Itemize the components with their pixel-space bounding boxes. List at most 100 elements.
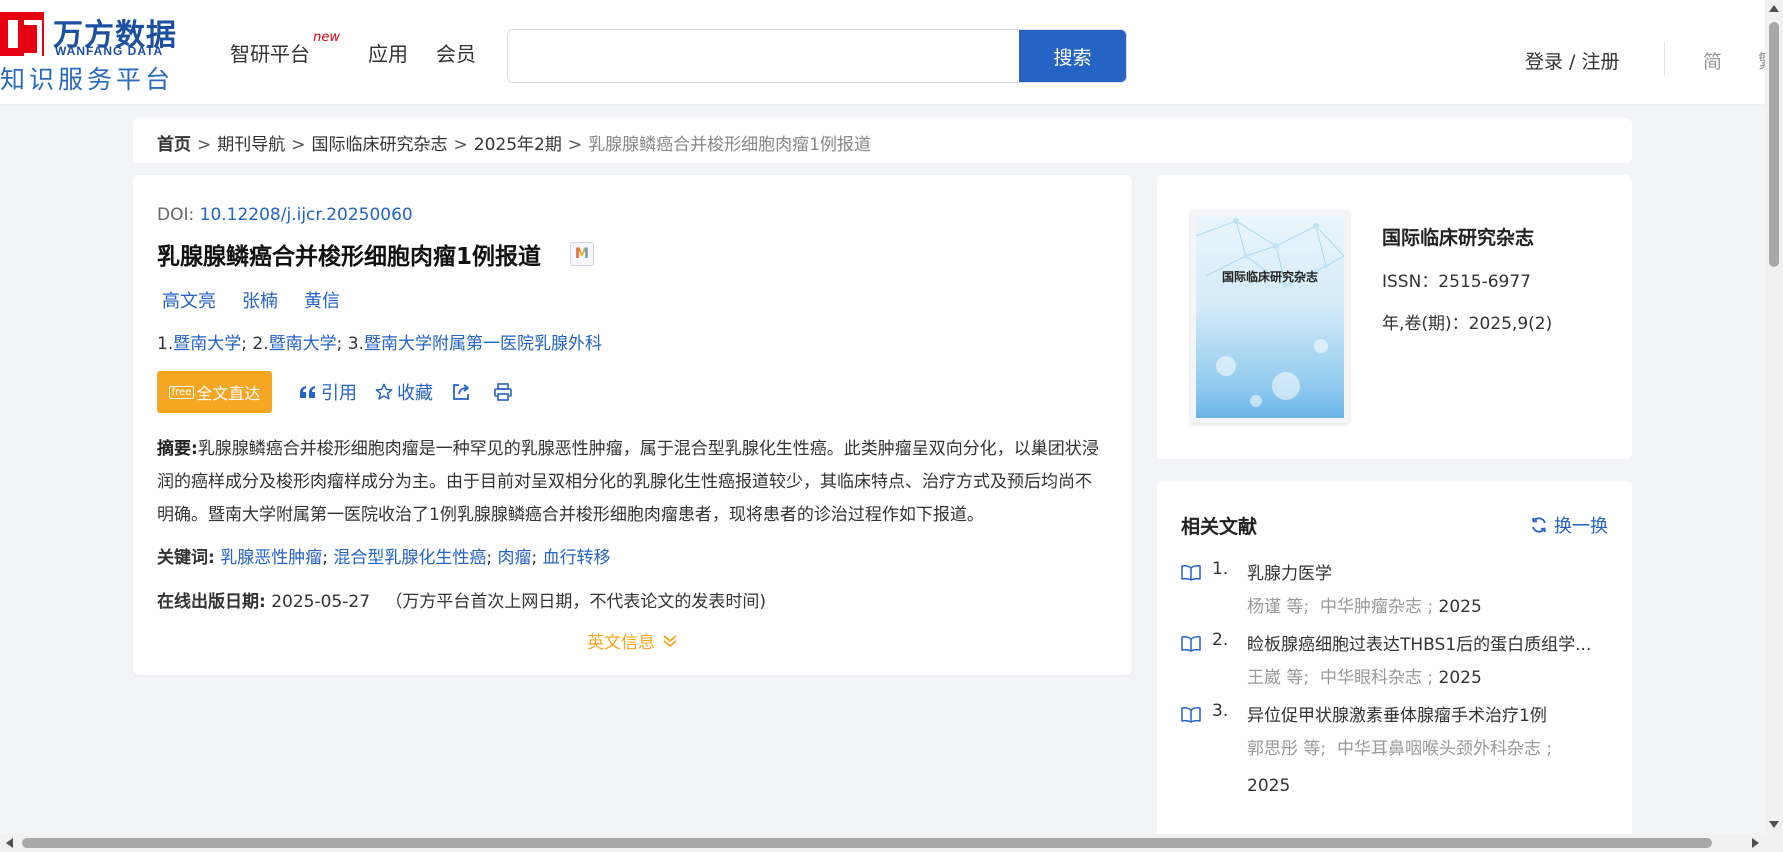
logo-text-en: WANFANG DATA (55, 44, 164, 58)
nav-item-membership[interactable]: 会员 (436, 38, 476, 67)
login-register-link[interactable]: 登录 / 注册 (1525, 47, 1619, 74)
breadcrumb-separator: > (197, 135, 212, 155)
related-number: 3. (1212, 701, 1229, 721)
scroll-down-arrow-icon[interactable] (1769, 821, 1779, 828)
related-item: 2. 睑板腺癌细胞过表达THBS1后的蛋白质组学... 王崴 等; 中华眼科杂志… (1181, 630, 1611, 697)
share-button[interactable] (451, 382, 475, 402)
related-list: 1. 乳腺力医学 杨谨 等; 中华肿瘤杂志 ; 2025 2. 睑板腺癌细胞过表… (1181, 559, 1611, 809)
header-divider (1664, 42, 1665, 76)
doi-label: DOI: (157, 205, 200, 225)
related-year: 2025 (1438, 668, 1482, 688)
fulltext-button[interactable]: free 全文直达 (157, 371, 272, 413)
lang-simplified-button[interactable]: 简 (1703, 47, 1722, 74)
breadcrumb-journal-nav[interactable]: 期刊导航 (217, 135, 285, 155)
favorite-button[interactable]: 收藏 (375, 379, 433, 405)
author-list: 高文亮 张楠 黄信 (162, 287, 366, 313)
lang-traditional-button[interactable]: 繁 (1758, 47, 1765, 74)
keyword-link[interactable]: 血行转移 (543, 548, 611, 568)
affiliation-link[interactable]: 暨南大学附属第一医院乳腺外科 (364, 334, 602, 354)
related-journal: 中华肿瘤杂志 ; (1319, 597, 1434, 617)
breadcrumb-separator: > (453, 135, 468, 155)
vertical-scroll-thumb[interactable] (1769, 22, 1779, 267)
online-pub-date: 在线出版日期: 2025-05-27 （万方平台首次上网日期，不代表论文的发表时… (157, 587, 766, 612)
breadcrumb-issue[interactable]: 2025年2期 (474, 135, 562, 155)
refresh-button[interactable]: 换一换 (1530, 512, 1608, 538)
related-item: 1. 乳腺力医学 杨谨 等; 中华肿瘤杂志 ; 2025 (1181, 559, 1611, 626)
related-year: 2025 (1438, 597, 1482, 617)
related-journal: 中华眼科杂志 ; (1319, 668, 1434, 688)
affiliation-link[interactable]: 暨南大学 (269, 334, 337, 354)
journal-issn: ISSN：2515-6977 (1382, 272, 1531, 292)
double-chevron-down-icon (663, 634, 677, 647)
search-button[interactable]: 搜索 (1019, 30, 1126, 82)
journal-name-link[interactable]: 国际临床研究杂志 (1382, 223, 1534, 250)
wanfang-logo[interactable]: 万方数据 WANFANG DATA 知识服务平台 (0, 10, 195, 95)
logo-subtitle: 知识服务平台 (0, 65, 175, 94)
article-title: 乳腺腺鳞癌合并梭形细胞肉瘤1例报道 (157, 244, 542, 270)
related-meta: 郭思彤 等; 中华耳鼻咽喉头颈外科杂志 ; 2025 (1247, 731, 1611, 805)
quote-icon (300, 386, 315, 398)
english-info-toggle[interactable]: 英文信息 (587, 628, 679, 653)
open-book-icon (1181, 707, 1201, 723)
scroll-right-arrow-icon[interactable] (1752, 838, 1759, 848)
affiliation-index: 2. (252, 334, 269, 354)
keywords-label: 关键词: (157, 548, 215, 568)
breadcrumb-separator: > (567, 135, 583, 155)
journal-cover-image[interactable]: 国际临床研究杂志 (1191, 211, 1349, 423)
keywords: 关键词: 乳腺恶性肿瘤; 混合型乳腺化生性癌; 肉瘤; 血行转移 (157, 548, 611, 568)
nav-item-zhiyan[interactable]: 智研平台 new (230, 30, 340, 67)
breadcrumb-home[interactable]: 首页 (157, 135, 191, 155)
keyword-link[interactable]: 混合型乳腺化生性癌 (333, 548, 486, 568)
related-journal: 中华耳鼻咽喉头颈外科杂志 ; (1336, 739, 1553, 759)
refresh-label: 换一换 (1554, 516, 1608, 537)
keyword-link[interactable]: 肉瘤 (498, 548, 532, 568)
print-button[interactable] (493, 382, 517, 402)
search-bar: 搜索 (507, 29, 1127, 83)
doi-link[interactable]: 10.12208/j.ijcr.20250060 (200, 205, 413, 225)
nav-item-label: 智研平台 (230, 42, 310, 66)
favorite-label: 收藏 (397, 383, 433, 404)
cover-title: 国际临床研究杂志 (1221, 270, 1318, 284)
scroll-left-arrow-icon[interactable] (6, 838, 13, 848)
related-title-link[interactable]: 睑板腺癌细胞过表达THBS1后的蛋白质组学... (1247, 630, 1611, 660)
search-input[interactable] (508, 30, 1019, 82)
journal-volume: 年,卷(期)：2025,9(2) (1382, 314, 1553, 334)
star-icon (375, 383, 393, 400)
article-actions: free 全文直达 引用 收藏 (157, 371, 517, 413)
affiliation-index: 1. (157, 334, 174, 354)
related-title-link[interactable]: 乳腺力医学 (1247, 559, 1611, 589)
related-authors: 杨谨 等; (1247, 597, 1310, 617)
related-number: 2. (1212, 630, 1229, 650)
logo-mark-icon (0, 12, 44, 58)
scroll-up-arrow-icon[interactable] (1769, 5, 1779, 12)
breadcrumb-current: 乳腺腺鳞癌合并梭形细胞肉瘤1例报道 (588, 135, 871, 155)
horizontal-scroll-thumb[interactable] (22, 838, 1712, 848)
english-info-label: 英文信息 (587, 633, 655, 653)
breadcrumb: 首页 > 期刊导航 > 国际临床研究杂志 >2025年2期 > 乳腺腺鳞癌合并梭形细胞肉瘤1例… (133, 118, 1632, 163)
related-title: 相关文献 (1181, 516, 1258, 538)
affiliation-list: 1.暨南大学; 2.暨南大学; 3.暨南大学附属第一医院乳腺外科 (157, 334, 602, 354)
abstract-text: 乳腺腺鳞癌合并梭形细胞肉瘤是一种罕见的乳腺恶性肿瘤，属于混合型乳腺化生性癌。此类… (157, 439, 1099, 525)
author-link[interactable]: 高文亮 (162, 287, 216, 313)
related-number: 1. (1212, 559, 1229, 579)
related-year: 2025 (1247, 776, 1291, 796)
affiliation-link[interactable]: 暨南大学 (173, 334, 241, 354)
keyword-link[interactable]: 乳腺恶性肿瘤 (220, 548, 322, 568)
related-meta: 杨谨 等; 中华肿瘤杂志 ; 2025 (1247, 589, 1611, 626)
author-link[interactable]: 黄信 (304, 287, 340, 313)
nav-item-apps[interactable]: 应用 (368, 38, 408, 67)
horizontal-scrollbar[interactable] (0, 834, 1783, 852)
print-icon (494, 383, 512, 401)
cite-label: 引用 (321, 383, 357, 404)
free-tag: free (168, 385, 195, 399)
breadcrumb-journal[interactable]: 国际临床研究杂志 (312, 135, 448, 155)
article-card: DOI: 10.12208/j.ijcr.20250060 乳腺腺鳞癌合并梭形细… (133, 175, 1132, 675)
cite-button[interactable]: 引用 (299, 379, 357, 405)
abstract-label: 摘要: (157, 439, 198, 459)
new-badge: new (313, 30, 340, 45)
share-icon (453, 384, 469, 400)
m-badge-icon[interactable]: M (570, 242, 594, 266)
vertical-scrollbar[interactable] (1765, 0, 1783, 834)
author-link[interactable]: 张楠 (242, 287, 278, 313)
related-title-link[interactable]: 异位促甲状腺激素垂体腺瘤手术治疗1例 (1247, 701, 1611, 731)
